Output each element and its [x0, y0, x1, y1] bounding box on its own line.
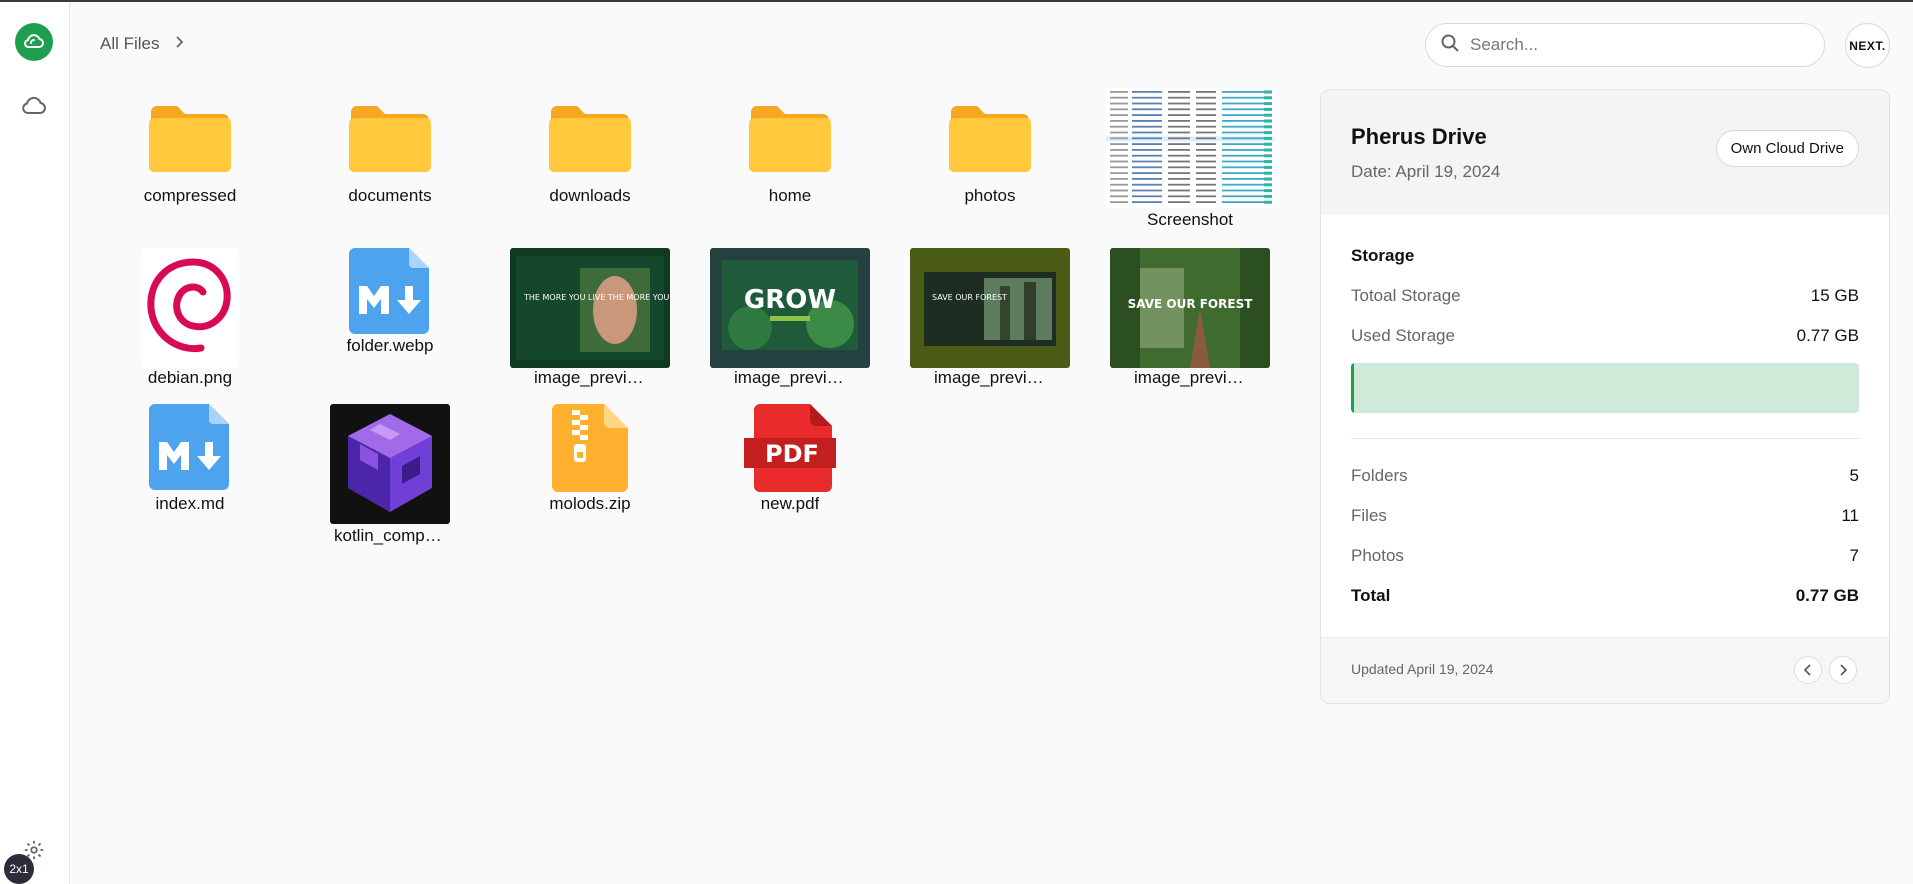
screenshot-thumbnail — [1106, 88, 1274, 208]
stat-value: 11 — [1841, 506, 1859, 525]
file-name: downloads — [549, 186, 631, 205]
storage-progress-fill — [1351, 363, 1354, 413]
file-item[interactable]: PDF new.pdf — [720, 404, 860, 514]
divider — [1351, 438, 1859, 439]
breadcrumb-all-files[interactable]: All Files — [100, 34, 160, 54]
file-item[interactable]: kotlin_compose — [320, 404, 460, 546]
debian-logo-icon — [141, 248, 239, 368]
file-name: home — [768, 186, 812, 205]
folder-item[interactable]: photos — [920, 102, 1060, 206]
folder-icon — [549, 106, 631, 172]
folder-item[interactable]: home — [720, 102, 860, 206]
total-storage-row: Totoal Storage 15 GB — [1351, 286, 1859, 306]
sidebar: 2x1 — [0, 2, 70, 884]
pdf-badge: PDF — [765, 440, 819, 468]
markdown-file-icon — [349, 248, 429, 334]
panel-footer: Updated April 19, 2024 — [1321, 637, 1889, 703]
folder-icon — [949, 106, 1031, 172]
folder-icon — [349, 106, 431, 172]
stat-row: Files 11 — [1351, 506, 1859, 526]
file-name: image_preview — [934, 368, 1046, 387]
cloud-logo-icon[interactable] — [15, 23, 53, 61]
folder-item[interactable]: compressed — [120, 102, 260, 206]
markdown-file-icon — [149, 404, 229, 490]
image-preview-thumbnail: SAVE OUR FOREST — [1110, 248, 1270, 368]
image-item[interactable]: GROW image_preview — [710, 248, 870, 388]
cloud-icon[interactable] — [19, 90, 49, 120]
file-name: molods.zip — [549, 494, 631, 513]
chevron-left-icon[interactable] — [1794, 656, 1822, 684]
file-item[interactable]: Screenshot — [1106, 88, 1274, 230]
file-name: index.md — [155, 494, 225, 513]
folder-icon — [749, 106, 831, 172]
used-storage-row: Used Storage 0.77 GB — [1351, 326, 1859, 346]
search-input[interactable] — [1470, 35, 1810, 55]
file-item[interactable]: folder.webp — [320, 248, 460, 356]
image-item[interactable]: THE MORE YOU LIVE THE MORE YOU image_pre… — [510, 248, 670, 388]
chevron-right-icon[interactable] — [1829, 656, 1857, 684]
stat-value: 7 — [1849, 546, 1859, 565]
folder-item[interactable]: documents — [320, 102, 460, 206]
thumb-caption: THE MORE YOU LIVE THE MORE YOU — [523, 293, 669, 302]
stat-row: Folders 5 — [1351, 466, 1859, 486]
cube-thumbnail — [330, 404, 450, 524]
stat-label: Folders — [1351, 466, 1408, 485]
drive-details-panel: Pherus Drive Date: April 19, 2024 Own Cl… — [1320, 89, 1890, 704]
search-box[interactable] — [1425, 23, 1825, 67]
zoom-badge[interactable]: 2x1 — [4, 854, 34, 884]
file-name: compressed — [143, 186, 237, 205]
file-item[interactable]: molods.zip — [520, 404, 660, 514]
avatar[interactable]: NEXT. — [1845, 23, 1890, 68]
stat-label: Total — [1351, 586, 1391, 605]
chevron-right-icon — [174, 34, 184, 54]
file-name: new.pdf — [760, 494, 820, 513]
stat-row-total: Total 0.77 GB — [1351, 586, 1859, 606]
search-icon — [1440, 33, 1460, 58]
zip-file-icon — [552, 404, 628, 492]
panel-header: Pherus Drive Date: April 19, 2024 Own Cl… — [1321, 90, 1889, 214]
image-preview-thumbnail: GROW — [710, 248, 870, 368]
image-preview-thumbnail: SAVE OUR FOREST — [910, 248, 1070, 368]
stat-value: 0.77 GB — [1795, 586, 1859, 605]
thumb-caption: SAVE OUR FOREST — [932, 293, 1007, 302]
file-item[interactable]: index.md — [120, 404, 260, 514]
file-name: kotlin_compose — [334, 526, 446, 545]
stat-label: Files — [1351, 506, 1387, 525]
own-cloud-drive-button[interactable]: Own Cloud Drive — [1715, 130, 1859, 167]
folder-item[interactable]: downloads — [520, 102, 660, 206]
image-preview-thumbnail: THE MORE YOU LIVE THE MORE YOU — [510, 248, 670, 368]
storage-progress-bar — [1351, 363, 1859, 413]
file-name: debian.png — [147, 368, 233, 387]
image-item[interactable]: SAVE OUR FOREST image_preview — [1110, 248, 1270, 388]
updated-text: Updated April 19, 2024 — [1351, 661, 1494, 677]
drive-title: Pherus Drive — [1351, 124, 1487, 149]
file-name: image_preview — [734, 368, 846, 387]
file-item[interactable]: debian.png — [120, 248, 260, 388]
stat-label: Photos — [1351, 546, 1404, 565]
total-storage-label: Totoal Storage — [1351, 286, 1461, 305]
stat-value: 5 — [1849, 466, 1859, 485]
thumb-caption: GROW — [744, 285, 836, 315]
storage-title: Storage — [1351, 246, 1415, 265]
file-name: documents — [348, 186, 432, 205]
breadcrumb[interactable]: All Files — [100, 34, 184, 54]
used-storage-label: Used Storage — [1351, 326, 1455, 345]
stat-row: Photos 7 — [1351, 546, 1859, 566]
image-item[interactable]: SAVE OUR FOREST image_preview — [910, 248, 1070, 388]
file-name: image_preview — [534, 368, 646, 387]
file-name: photos — [964, 186, 1016, 205]
thumb-caption: SAVE OUR FOREST — [1128, 297, 1254, 311]
file-name: Screenshot — [1147, 210, 1233, 229]
folder-icon — [149, 106, 231, 172]
total-storage-value: 15 GB — [1810, 286, 1859, 305]
file-name: folder.webp — [346, 336, 434, 355]
used-storage-value: 0.77 GB — [1796, 326, 1859, 345]
drive-date: Date: April 19, 2024 — [1351, 162, 1501, 181]
file-name: image_preview — [1134, 368, 1246, 387]
